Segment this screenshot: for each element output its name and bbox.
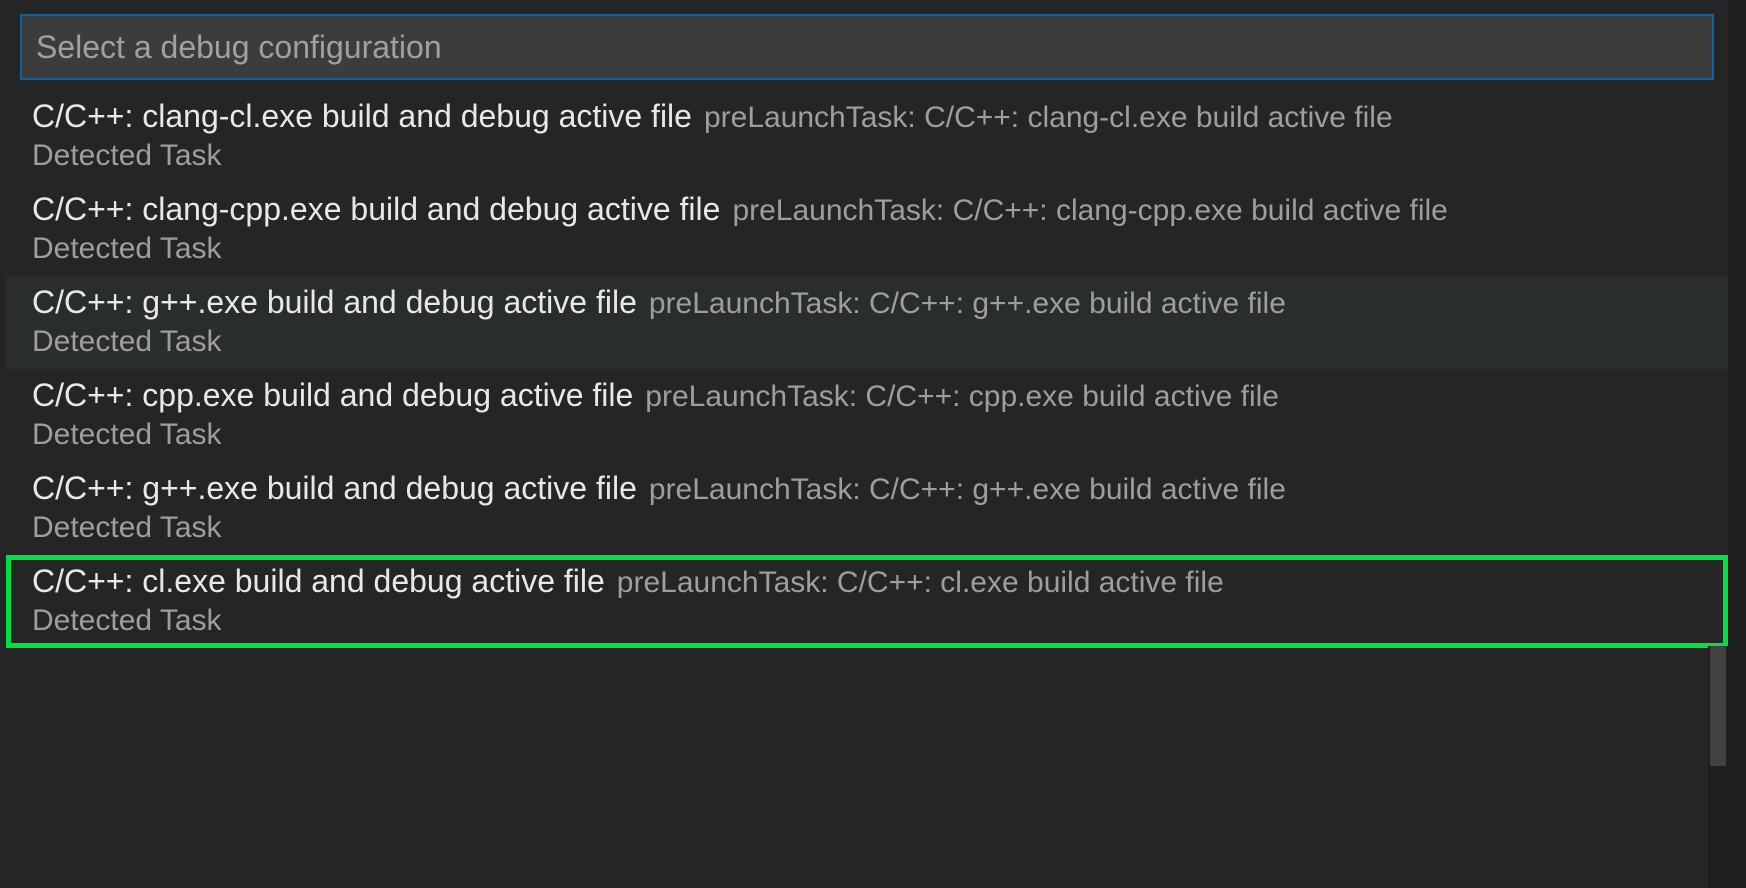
debug-config-input[interactable] [20, 14, 1714, 80]
item-header: C/C++: g++.exe build and debug active fi… [32, 284, 1714, 321]
quickpick-container: C/C++: clang-cl.exe build and debug acti… [6, 0, 1728, 888]
item-title: C/C++: clang-cl.exe build and debug acti… [32, 98, 692, 135]
item-detail: preLaunchTask: C/C++: clang-cpp.exe buil… [732, 194, 1447, 228]
item-detail: preLaunchTask: C/C++: g++.exe build acti… [649, 473, 1286, 507]
debug-config-item[interactable]: C/C++: cl.exe build and debug active fil… [6, 555, 1728, 648]
item-header: C/C++: cpp.exe build and debug active fi… [32, 377, 1714, 414]
right-edge [1728, 0, 1746, 888]
item-detail: preLaunchTask: C/C++: g++.exe build acti… [649, 287, 1286, 321]
item-header: C/C++: clang-cpp.exe build and debug act… [32, 191, 1714, 228]
debug-config-item[interactable]: C/C++: clang-cpp.exe build and debug act… [6, 183, 1728, 276]
item-title: C/C++: clang-cpp.exe build and debug act… [32, 191, 720, 228]
item-header: C/C++: clang-cl.exe build and debug acti… [32, 98, 1714, 135]
item-description: Detected Task [32, 232, 1714, 266]
debug-config-item[interactable]: C/C++: g++.exe build and debug active fi… [6, 276, 1728, 369]
item-description: Detected Task [32, 418, 1714, 452]
item-header: C/C++: g++.exe build and debug active fi… [32, 470, 1714, 507]
debug-config-item[interactable]: C/C++: g++.exe build and debug active fi… [6, 462, 1728, 555]
debug-config-item[interactable]: C/C++: clang-cl.exe build and debug acti… [6, 90, 1728, 183]
item-description: Detected Task [32, 139, 1714, 173]
item-detail: preLaunchTask: C/C++: clang-cl.exe build… [704, 101, 1393, 135]
debug-config-item[interactable]: C/C++: cpp.exe build and debug active fi… [6, 369, 1728, 462]
item-description: Detected Task [32, 511, 1714, 545]
item-title: C/C++: cl.exe build and debug active fil… [32, 563, 605, 600]
debug-config-list: C/C++: clang-cl.exe build and debug acti… [6, 90, 1728, 888]
item-title: C/C++: g++.exe build and debug active fi… [32, 470, 637, 507]
input-wrapper [6, 0, 1728, 90]
scrollbar-thumb[interactable] [1710, 646, 1726, 766]
item-description: Detected Task [32, 604, 1714, 638]
item-detail: preLaunchTask: C/C++: cpp.exe build acti… [645, 380, 1279, 414]
item-description: Detected Task [32, 325, 1714, 359]
item-title: C/C++: cpp.exe build and debug active fi… [32, 377, 633, 414]
item-detail: preLaunchTask: C/C++: cl.exe build activ… [617, 566, 1224, 600]
item-title: C/C++: g++.exe build and debug active fi… [32, 284, 637, 321]
item-header: C/C++: cl.exe build and debug active fil… [32, 563, 1714, 600]
